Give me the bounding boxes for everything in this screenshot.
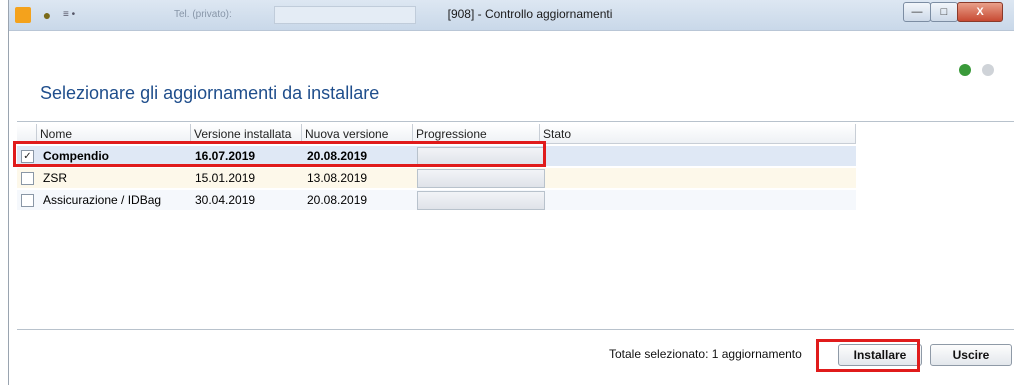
highlight-box-row [13,141,546,167]
disabled-arrow-icon [982,64,994,76]
progress-bar [417,169,545,188]
column-header-stato[interactable]: Stato [540,124,856,144]
next-arrow-icon[interactable] [959,64,971,76]
cell-nome: Assicurazione / IDBag [43,193,162,207]
selection-summary: Totale selezionato: 1 aggiornamento [609,347,802,361]
window-title: [908] - Controllo aggiornamenti [447,7,613,21]
highlight-box-install [816,339,920,372]
row-checkbox[interactable] [21,172,34,185]
title-bar: ● ≡ • Tel. (privato): [908] - Controllo … [9,0,1014,31]
cell-versione-installata: 15.01.2019 [195,171,256,185]
table-row[interactable]: ZSR 15.01.2019 13.08.2019 [17,168,856,188]
cell-nuova-versione: 20.08.2019 [307,193,368,207]
row-checkbox[interactable] [21,194,34,207]
minimize-button[interactable]: — [903,2,931,22]
table-row[interactable]: Assicurazione / IDBag 30.04.2019 20.08.2… [17,190,856,210]
progress-bar [417,191,545,210]
cell-nuova-versione: 13.08.2019 [307,171,368,185]
cell-versione-installata: 30.04.2019 [195,193,256,207]
close-button[interactable]: X [957,2,1003,22]
maximize-button[interactable]: □ [930,2,958,22]
cell-nome: ZSR [43,171,67,185]
page-title: Selezionare gli aggiornamenti da install… [40,83,380,103]
exit-button[interactable]: Uscire [930,344,1012,366]
update-window: ● ≡ • Tel. (privato): [908] - Controllo … [8,0,1014,385]
